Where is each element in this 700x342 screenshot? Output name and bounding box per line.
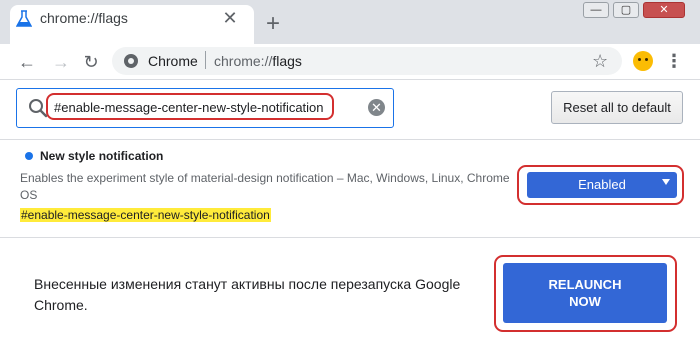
- new-tab-icon[interactable]: +: [260, 11, 286, 37]
- close-window-icon[interactable]: ✕: [643, 2, 685, 18]
- relaunch-label-line2: NOW: [569, 294, 601, 309]
- url-scheme: chrome://: [214, 53, 273, 69]
- maximize-icon[interactable]: ▢: [613, 2, 639, 18]
- reset-all-button[interactable]: Reset all to default: [551, 91, 683, 124]
- url-text[interactable]: chrome://flags: [214, 53, 302, 69]
- minimize-icon[interactable]: —: [583, 2, 609, 18]
- experiment-tag-link[interactable]: #enable-message-center-new-style-notific…: [20, 208, 271, 222]
- experiment-state-select[interactable]: Enabled: [527, 172, 677, 198]
- close-tab-icon[interactable]: ✕: [220, 8, 240, 28]
- clear-search-icon[interactable]: ✕: [368, 99, 385, 116]
- search-icon: [29, 99, 48, 118]
- bookmark-star-icon[interactable]: ☆: [592, 51, 608, 72]
- reload-icon[interactable]: ↻: [80, 51, 102, 73]
- chrome-icon: [124, 54, 138, 68]
- relaunch-button[interactable]: RELAUNCH NOW: [503, 263, 667, 323]
- forward-icon[interactable]: →: [50, 51, 72, 73]
- url-path: flags: [272, 53, 302, 69]
- back-icon[interactable]: ←: [16, 51, 38, 73]
- dropdown-caret-icon: [662, 179, 670, 185]
- relaunch-message: Внесенные изменения станут активны после…: [34, 276, 461, 313]
- experiment-description: Enables the experiment style of material…: [20, 171, 510, 202]
- relaunch-label-line1: RELAUNCH: [548, 277, 622, 292]
- profile-avatar[interactable]: [633, 51, 653, 71]
- flask-icon: [16, 10, 32, 27]
- window-controls: — ▢ ✕: [583, 0, 693, 22]
- site-name: Chrome: [148, 53, 198, 69]
- search-highlight-outline: [46, 93, 334, 120]
- tab-title: chrome://flags: [40, 10, 128, 26]
- menu-icon[interactable]: ⋮: [664, 51, 684, 71]
- address-divider: [205, 51, 206, 69]
- modified-dot-icon: [25, 152, 33, 160]
- experiment-title: New style notification: [40, 149, 164, 163]
